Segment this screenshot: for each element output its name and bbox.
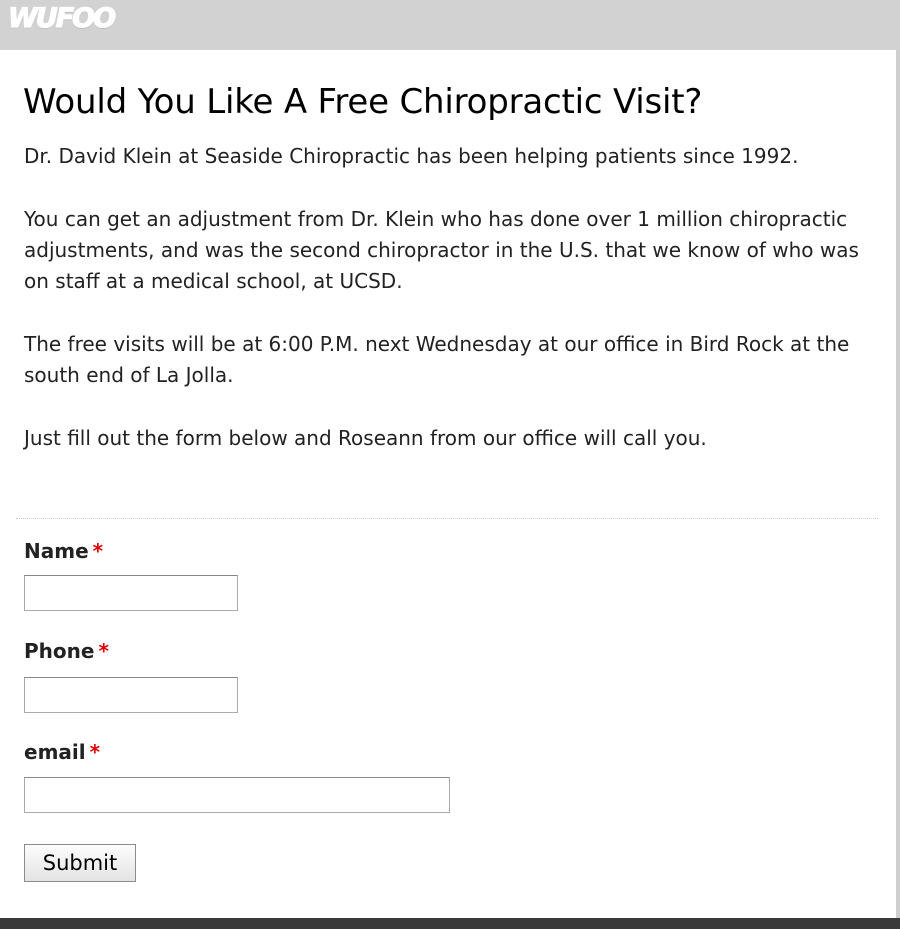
name-input[interactable]: [24, 575, 238, 611]
name-label: Name *: [24, 539, 103, 563]
wufoo-logo[interactable]: WUFOO: [7, 2, 116, 34]
section-divider: [16, 518, 878, 519]
form-container: Would You Like A Free Chiropractic Visit…: [0, 50, 900, 918]
required-marker: *: [92, 539, 104, 563]
intro-paragraph: The free visits will be at 6:00 P.M. nex…: [24, 332, 850, 387]
intro-paragraph: Dr. David Klein at Seaside Chiropractic …: [24, 144, 799, 168]
email-label: email *: [24, 740, 100, 764]
intro-paragraph: Just fill out the form below and Roseann…: [24, 426, 707, 450]
intro-paragraph: You can get an adjustment from Dr. Klein…: [24, 207, 859, 293]
form-title: Would You Like A Free Chiropractic Visit…: [23, 82, 703, 122]
phone-input[interactable]: [24, 677, 238, 713]
email-label-text: email: [24, 740, 86, 764]
email-input[interactable]: [24, 777, 450, 813]
submit-button[interactable]: Submit: [24, 844, 136, 882]
taskbar-strip: [0, 918, 900, 929]
phone-label-text: Phone: [24, 639, 95, 663]
required-marker: *: [89, 740, 101, 764]
phone-label: Phone *: [24, 639, 109, 663]
form-description: Dr. David Klein at Seaside Chiropractic …: [24, 141, 874, 486]
header-bar: WUFOO: [0, 0, 900, 50]
required-marker: *: [98, 639, 109, 663]
wufoo-form-window: WUFOO Would You Like A Free Chiropractic…: [0, 0, 900, 929]
name-label-text: Name: [24, 539, 89, 563]
